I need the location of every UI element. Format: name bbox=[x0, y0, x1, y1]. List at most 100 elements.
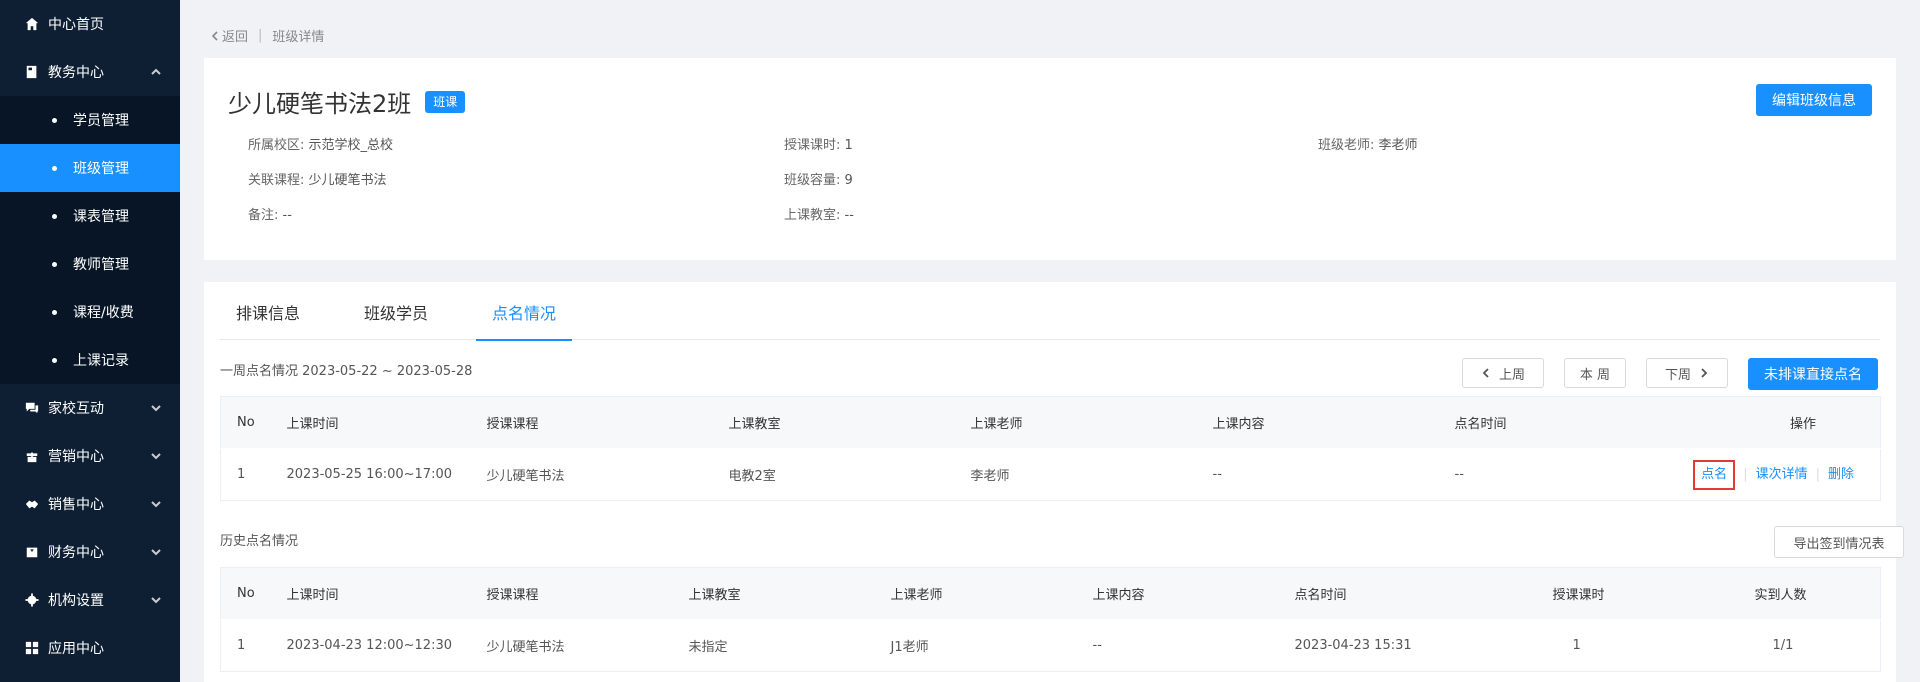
sidebar-item-academic[interactable]: 教务中心 bbox=[0, 48, 180, 96]
info-hours: 授课课时: 1 bbox=[784, 134, 853, 153]
sidebar-item-label: 家校互动 bbox=[48, 401, 104, 417]
cell-room: 未指定 bbox=[672, 619, 875, 672]
button-label: 下周 bbox=[1664, 367, 1691, 383]
edit-class-button[interactable]: 编辑班级信息 bbox=[1756, 84, 1872, 116]
chevron-left-icon bbox=[1482, 368, 1489, 378]
chevron-up-icon bbox=[150, 66, 162, 78]
rollcall-link[interactable]: 点名 bbox=[1693, 459, 1736, 490]
tab-schedule-info[interactable]: 排课信息 bbox=[220, 302, 316, 340]
sidebar-item-label: 销售中心 bbox=[48, 497, 104, 513]
delete-link[interactable]: 删除 bbox=[1828, 467, 1854, 482]
grid-icon bbox=[24, 640, 40, 656]
tab-rollcall[interactable]: 点名情况 bbox=[476, 302, 573, 341]
cell-no: 1 bbox=[220, 448, 271, 501]
handshake-icon bbox=[24, 496, 40, 512]
info-capacity: 班级容量: 9 bbox=[784, 169, 853, 188]
info-label: 班级老师: bbox=[1318, 138, 1375, 153]
col-course: 授课课程 bbox=[470, 396, 713, 449]
cell-course: 少儿硬笔书法 bbox=[470, 448, 713, 501]
prev-week-button[interactable]: 上周 bbox=[1462, 358, 1544, 388]
bullet-icon bbox=[52, 357, 57, 363]
tab-class-students[interactable]: 班级学员 bbox=[348, 302, 444, 340]
chevron-down-icon bbox=[150, 402, 162, 414]
page-title: 少儿硬笔书法2班 bbox=[228, 90, 412, 118]
next-week-button[interactable]: 下周 bbox=[1646, 358, 1728, 388]
cell-ops: 点名 | 课次详情 | 删除 bbox=[1660, 448, 1881, 501]
sidebar-item-sales[interactable]: 销售中心 bbox=[0, 480, 180, 528]
this-week-button[interactable]: 本 周 bbox=[1564, 358, 1626, 388]
sidebar-item-schedule[interactable]: 课表管理 bbox=[0, 192, 180, 240]
sidebar-item-label: 教师管理 bbox=[73, 257, 129, 273]
bullet-icon bbox=[52, 309, 57, 315]
col-rollcall-time: 点名时间 bbox=[1278, 567, 1537, 620]
info-remark: 备注: -- bbox=[248, 204, 292, 223]
info-course: 关联课程: 少儿硬笔书法 bbox=[248, 169, 387, 188]
week-rollcall-table: No 上课时间 授课课程 上课教室 上课老师 上课内容 点名时间 操作 1 20… bbox=[220, 396, 1881, 501]
breadcrumb-separator: | bbox=[258, 28, 263, 43]
main-content: 返回 | 班级详情 少儿硬笔书法2班 班课 编辑班级信息 所属校区: 示范学校_… bbox=[180, 0, 1920, 682]
op-separator: | bbox=[1743, 466, 1748, 482]
sidebar-item-label: 应用中心 bbox=[48, 641, 104, 657]
direct-rollcall-button[interactable]: 未排课直接点名 bbox=[1748, 358, 1878, 390]
sidebar: 中心首页 教务中心 学员管理 班级管理 课表管理 教师管理 课程/收费 上课记录… bbox=[0, 0, 180, 682]
cell-hours: 1 bbox=[1536, 619, 1739, 672]
col-time: 上课时间 bbox=[270, 396, 471, 449]
col-no: No bbox=[220, 567, 271, 620]
sidebar-item-label: 教务中心 bbox=[48, 65, 104, 81]
sidebar-item-home-school[interactable]: 家校互动 bbox=[0, 384, 180, 432]
cell-no: 1 bbox=[220, 619, 271, 672]
info-value: 示范学校_总校 bbox=[308, 138, 394, 153]
sidebar-item-courses-fees[interactable]: 课程/收费 bbox=[0, 288, 180, 336]
col-hours: 授课课时 bbox=[1536, 567, 1739, 620]
cell-teacher: 李老师 bbox=[954, 448, 1197, 501]
info-value: 1 bbox=[844, 138, 853, 153]
sidebar-item-label: 中心首页 bbox=[48, 17, 104, 33]
sidebar-item-classes[interactable]: 班级管理 bbox=[0, 144, 180, 192]
info-value: -- bbox=[844, 208, 854, 223]
sidebar-item-marketing[interactable]: 营销中心 bbox=[0, 432, 180, 480]
sidebar-item-class-records[interactable]: 上课记录 bbox=[0, 336, 180, 384]
chevron-down-icon bbox=[150, 450, 162, 462]
back-link[interactable]: 返回 bbox=[210, 26, 248, 45]
info-teacher: 班级老师: 李老师 bbox=[1318, 134, 1418, 153]
bullet-icon bbox=[52, 261, 57, 267]
sidebar-item-label: 营销中心 bbox=[48, 449, 104, 465]
gear-icon bbox=[24, 592, 40, 608]
chevron-right-icon bbox=[1701, 368, 1708, 378]
info-value: -- bbox=[282, 208, 292, 223]
attendance-link[interactable]: 1/1 bbox=[1738, 619, 1881, 672]
bullet-icon bbox=[52, 165, 57, 171]
gift-icon bbox=[24, 448, 40, 464]
sidebar-item-home[interactable]: 中心首页 bbox=[0, 0, 180, 48]
col-room: 上课教室 bbox=[672, 567, 875, 620]
sidebar-item-finance[interactable]: 财务中心 bbox=[0, 528, 180, 576]
cell-room: 电教2室 bbox=[712, 448, 955, 501]
sidebar-item-teachers[interactable]: 教师管理 bbox=[0, 240, 180, 288]
sidebar-item-org-settings[interactable]: 机构设置 bbox=[0, 576, 180, 624]
chevron-down-icon bbox=[150, 498, 162, 510]
history-rollcall-table: No 上课时间 授课课程 上课教室 上课老师 上课内容 点名时间 授课课时 实到… bbox=[220, 567, 1881, 672]
col-attendance: 实到人数 bbox=[1738, 567, 1881, 620]
col-teacher: 上课老师 bbox=[874, 567, 1077, 620]
info-campus: 所属校区: 示范学校_总校 bbox=[248, 134, 393, 153]
sidebar-item-label: 班级管理 bbox=[73, 161, 129, 177]
cell-rollcall-time: -- bbox=[1438, 448, 1661, 501]
sidebar-item-apps[interactable]: 应用中心 bbox=[0, 624, 180, 672]
col-content: 上课内容 bbox=[1076, 567, 1279, 620]
info-label: 授课课时: bbox=[784, 138, 841, 153]
back-label: 返回 bbox=[222, 30, 249, 45]
table-header-row: No 上课时间 授课课程 上课教室 上课老师 上课内容 点名时间 操作 bbox=[220, 396, 1881, 449]
chevron-down-icon bbox=[150, 594, 162, 606]
class-info-card: 少儿硬笔书法2班 班课 编辑班级信息 所属校区: 示范学校_总校 授课课时: 1… bbox=[204, 58, 1896, 260]
sidebar-item-students[interactable]: 学员管理 bbox=[0, 96, 180, 144]
rollcall-card: 排课信息 班级学员 点名情况 一周点名情况 2023-05-22 ~ 2023-… bbox=[204, 282, 1904, 682]
col-no: No bbox=[220, 396, 271, 449]
cell-rollcall-time: 2023-04-23 15:31 bbox=[1278, 619, 1537, 672]
export-attendance-button[interactable]: 导出签到情况表 bbox=[1774, 526, 1904, 558]
col-rollcall-time: 点名时间 bbox=[1438, 396, 1661, 449]
info-label: 备注: bbox=[248, 208, 279, 223]
col-course: 授课课程 bbox=[470, 567, 673, 620]
info-value: 9 bbox=[844, 173, 853, 188]
sidebar-item-label: 财务中心 bbox=[48, 545, 104, 561]
lesson-detail-link[interactable]: 课次详情 bbox=[1756, 467, 1808, 482]
